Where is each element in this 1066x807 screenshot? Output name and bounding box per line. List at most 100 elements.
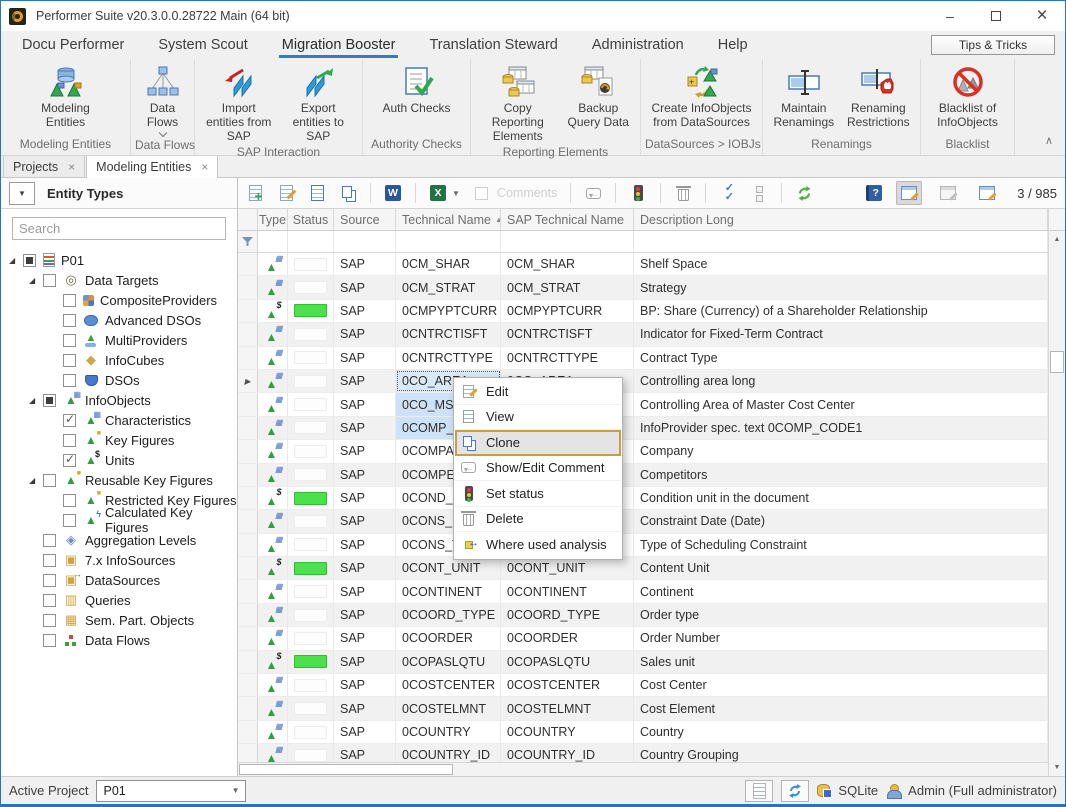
source-cell[interactable]: SAP	[334, 604, 396, 626]
description-cell[interactable]: Content Unit	[634, 557, 1048, 579]
add-entity-button[interactable]	[246, 184, 264, 202]
checkbox[interactable]	[63, 334, 76, 347]
source-cell[interactable]: SAP	[334, 370, 396, 392]
type-cell[interactable]	[258, 370, 288, 392]
status-cell[interactable]	[288, 651, 334, 673]
view-entity-button[interactable]	[308, 184, 326, 202]
sap-technical-name-cell[interactable]: 0COSTCENTER	[501, 674, 634, 696]
table-row[interactable]: ▶ SAP 0CM_STRAT 0CM_STRAT Strategy	[238, 276, 1048, 299]
tree-item-infoobjects[interactable]: InfoObjects	[1, 390, 237, 410]
source-cell[interactable]: SAP	[334, 487, 396, 509]
type-cell[interactable]	[258, 487, 288, 509]
blacklist-infoobjects-button[interactable]: Blacklist of InfoObjects	[930, 62, 1006, 135]
tree-item-characteristics[interactable]: Characteristics	[1, 410, 237, 430]
filter-cell[interactable]	[501, 231, 634, 252]
checkbox[interactable]	[63, 314, 76, 327]
create-infoobjects-button[interactable]: + Create InfoObjects from DataSources	[647, 62, 756, 135]
sap-technical-name-cell[interactable]: 0CONTINENT	[501, 580, 634, 602]
renaming-restrictions-button[interactable]: Renaming Restrictions	[843, 62, 914, 135]
description-cell[interactable]: Type of Scheduling Constraint	[634, 534, 1048, 556]
sap-technical-name-cell[interactable]: 0COUNTRY	[501, 721, 634, 743]
source-cell[interactable]: SAP	[334, 253, 396, 275]
type-cell[interactable]	[258, 721, 288, 743]
description-cell[interactable]: Competitors	[634, 464, 1048, 486]
sap-technical-name-cell[interactable]: 0CONT_UNIT	[501, 557, 634, 579]
table-row[interactable]: ▶ SAP 0CNTRCTTYPE 0CNTRCTTYPE Contract T…	[238, 347, 1048, 370]
type-cell[interactable]	[258, 697, 288, 719]
checkbox[interactable]	[43, 614, 56, 627]
comments-checkbox[interactable]	[473, 184, 491, 202]
table-row[interactable]: ▶ SAP 0CONS_DA Constraint Date (Date)	[238, 510, 1048, 533]
import-entities-button[interactable]: Import entities from SAP	[201, 62, 277, 143]
source-cell[interactable]: SAP	[334, 557, 396, 579]
technical-name-cell[interactable]: 0CM_STRAT	[396, 276, 501, 298]
tree-item-key-figures[interactable]: Key Figures	[1, 430, 237, 450]
technical-name-cell[interactable]: 0COUNTRY	[396, 721, 501, 743]
checkbox[interactable]	[63, 374, 76, 387]
minimize-button[interactable]: –	[927, 1, 973, 31]
checkbox[interactable]	[63, 434, 76, 447]
checkbox[interactable]	[43, 594, 56, 607]
filter-cell[interactable]	[396, 231, 501, 252]
type-cell[interactable]	[258, 651, 288, 673]
scrollbar-thumb[interactable]	[239, 764, 453, 775]
auth-checks-button[interactable]: Auth Checks	[380, 62, 454, 135]
type-cell[interactable]	[258, 347, 288, 369]
type-cell[interactable]	[258, 604, 288, 626]
table-row[interactable]: ▶ SAP 0CONS_TY Type of Scheduling Constr…	[238, 534, 1048, 557]
status-cell[interactable]	[288, 580, 334, 602]
table-row[interactable]: ▶ SAP 0CMPYPTCURR 0CMPYPTCURR BP: Share …	[238, 300, 1048, 323]
table-row[interactable]: ▶ SAP 0COORDER 0COORDER Order Number	[238, 627, 1048, 650]
sap-technical-name-cell[interactable]: 0COSTELMNT	[501, 697, 634, 719]
technical-name-cell[interactable]: 0CNTRCTTYPE	[396, 347, 501, 369]
tree-item-data-targets[interactable]: Data Targets	[1, 270, 237, 290]
vertical-scrollbar[interactable]: ▲ ▼	[1048, 209, 1065, 776]
refresh-button[interactable]	[795, 184, 813, 202]
type-cell[interactable]	[258, 276, 288, 298]
active-project-select[interactable]: P01 ▼	[96, 780, 246, 802]
header-sap-technical-name[interactable]: SAP Technical Name	[501, 209, 634, 230]
checkbox[interactable]	[63, 514, 76, 527]
set-status-button[interactable]	[629, 184, 647, 202]
tree-item-dsos[interactable]: DSOs	[1, 370, 237, 390]
technical-name-cell[interactable]: 0COSTELMNT	[396, 697, 501, 719]
checkbox[interactable]	[43, 534, 56, 547]
tree-item-infocubes[interactable]: InfoCubes	[1, 350, 237, 370]
checkbox[interactable]	[43, 634, 56, 647]
filter-cell[interactable]	[288, 231, 334, 252]
menu-help[interactable]: Help	[701, 31, 765, 59]
checkbox[interactable]	[63, 294, 76, 307]
source-cell[interactable]: SAP	[334, 300, 396, 322]
copy-reporting-elements-button[interactable]: Copy Reporting Elements	[477, 62, 558, 143]
description-cell[interactable]: Company	[634, 440, 1048, 462]
detail-view-button[interactable]	[896, 181, 922, 205]
context-menu-delete[interactable]: Delete	[455, 507, 621, 533]
table-row[interactable]: ▶ SAP 0CO_MST_ Controlling Area of Maste…	[238, 393, 1048, 416]
sync-button[interactable]	[781, 780, 809, 802]
table-row[interactable]: ▶ SAP 0COSTCENTER 0COSTCENTER Cost Cente…	[238, 674, 1048, 697]
status-cell[interactable]	[288, 440, 334, 462]
checkbox[interactable]	[63, 494, 76, 507]
scroll-up-icon[interactable]: ▲	[1049, 231, 1065, 248]
context-menu-clone[interactable]: Clone	[455, 430, 621, 456]
search-input[interactable]	[12, 217, 226, 240]
source-cell[interactable]: SAP	[334, 464, 396, 486]
filter-status-button[interactable]: ✓✓	[719, 184, 737, 202]
description-cell[interactable]: Country	[634, 721, 1048, 743]
menu-translation-steward[interactable]: Translation Steward	[412, 31, 574, 59]
collapse-ribbon-icon[interactable]: ∧	[1045, 134, 1053, 147]
source-cell[interactable]: SAP	[334, 440, 396, 462]
sap-technical-name-cell[interactable]: 0COPASLQTU	[501, 651, 634, 673]
technical-name-cell[interactable]: 0COUNTRY_ID	[396, 744, 501, 762]
type-cell[interactable]	[258, 534, 288, 556]
status-cell[interactable]	[288, 604, 334, 626]
export-excel-button[interactable]: X	[429, 184, 447, 202]
status-cell[interactable]	[288, 674, 334, 696]
type-cell[interactable]	[258, 393, 288, 415]
sap-technical-name-cell[interactable]: 0CNTRCTTYPE	[501, 347, 634, 369]
filter-cell[interactable]	[334, 231, 396, 252]
help-button[interactable]: ?	[865, 184, 883, 202]
status-cell[interactable]	[288, 347, 334, 369]
checkbox[interactable]	[43, 394, 56, 407]
checkbox[interactable]	[43, 274, 56, 287]
